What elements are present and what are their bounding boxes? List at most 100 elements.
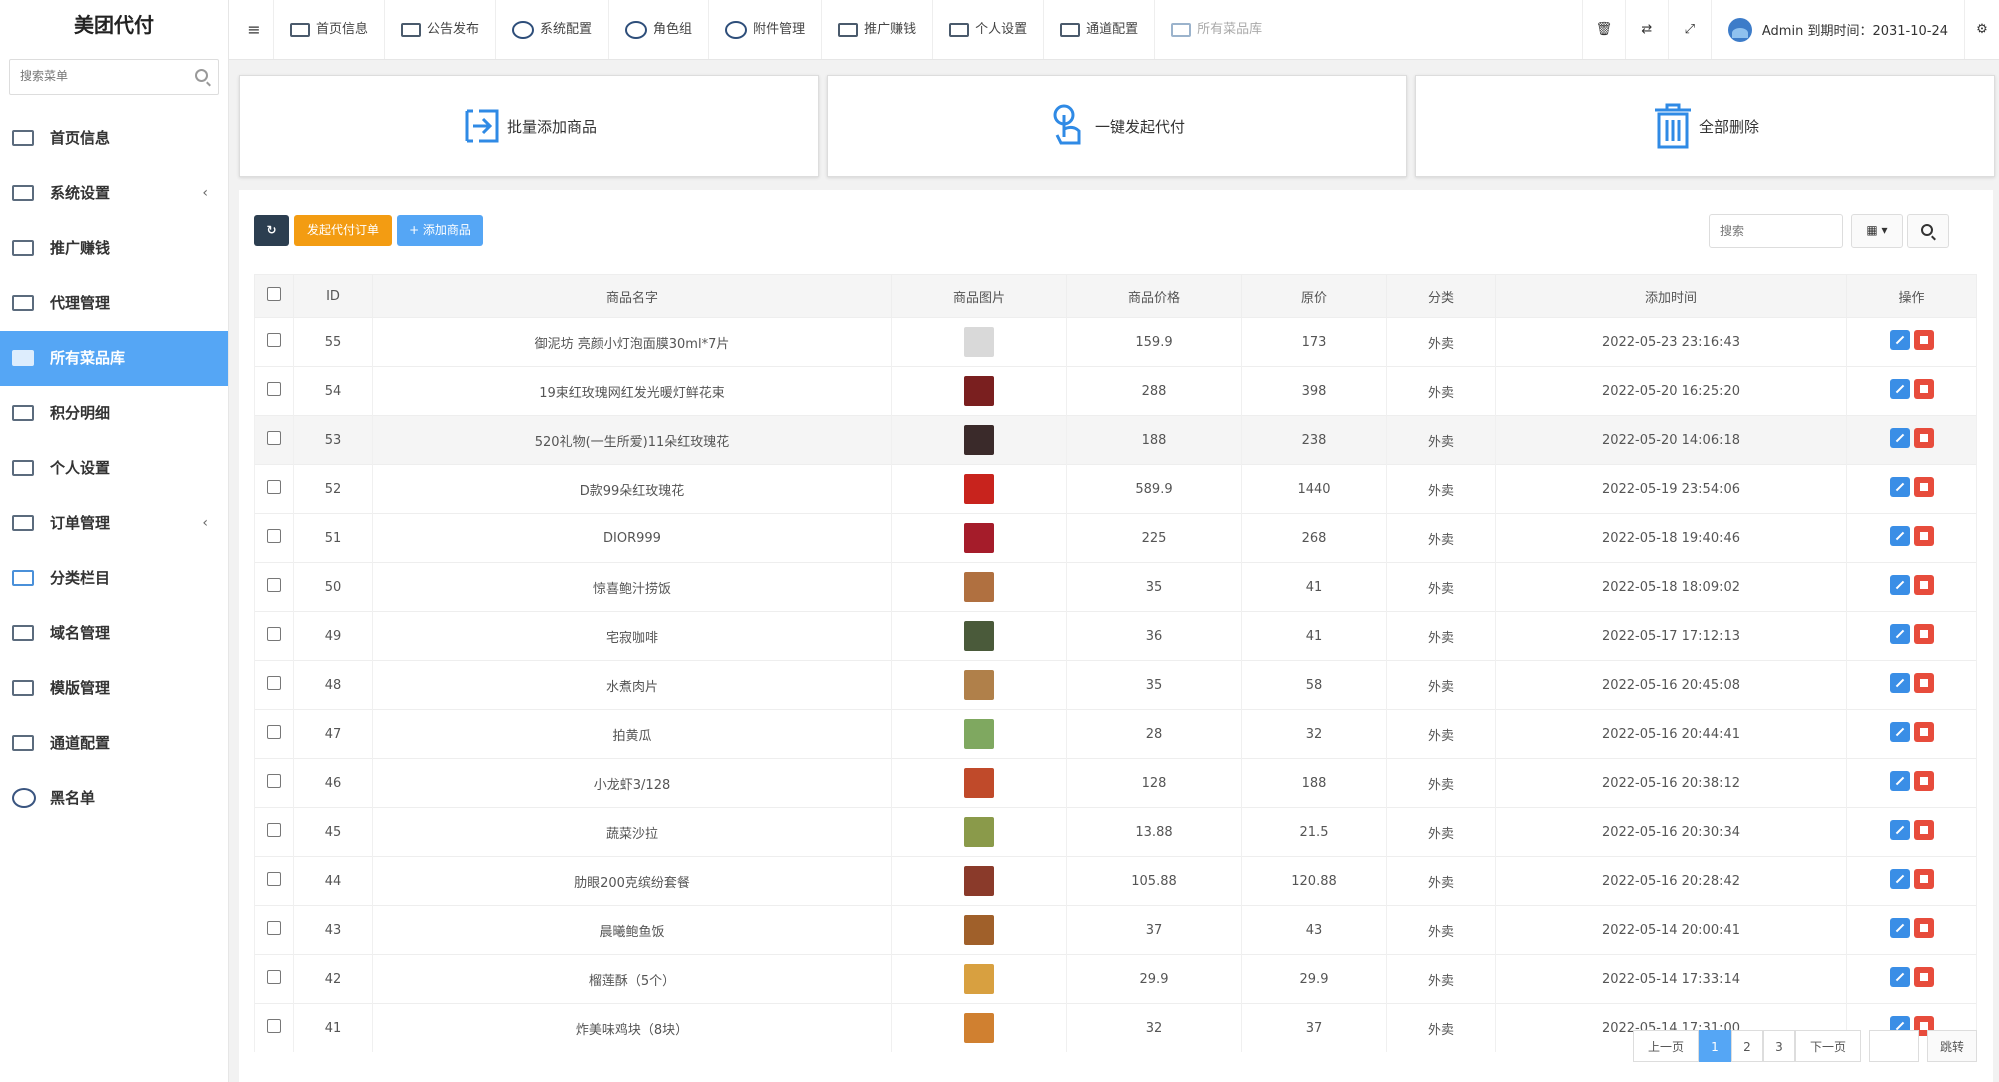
edit-pencil-icon[interactable] bbox=[1889, 477, 1910, 497]
page-3-button[interactable]: 3 bbox=[1763, 1030, 1795, 1062]
product-thumbnail[interactable] bbox=[964, 1013, 994, 1043]
row-select-cell[interactable] bbox=[254, 807, 294, 857]
user-menu[interactable]: Admin 到期时间：2031-10-24 bbox=[1710, 0, 1964, 59]
tab-profile-settings[interactable]: 个人设置 bbox=[932, 0, 1043, 59]
product-thumbnail[interactable] bbox=[964, 768, 994, 798]
col-category[interactable]: 分类 bbox=[1386, 274, 1496, 318]
prev-page-button[interactable]: 上一页 bbox=[1633, 1030, 1699, 1062]
sidebar-search-box[interactable] bbox=[9, 59, 219, 95]
row-checkbox[interactable] bbox=[267, 627, 281, 641]
table-row[interactable]: 48 水煮肉片 35 58 外卖 2022-05-16 20:45:08 bbox=[254, 660, 1977, 710]
tab-dashboard[interactable]: 首页信息 bbox=[273, 0, 384, 59]
delete-trash-icon[interactable] bbox=[1913, 673, 1934, 693]
refresh-button[interactable]: ↻ bbox=[254, 215, 289, 246]
delete-trash-icon[interactable] bbox=[1913, 624, 1934, 644]
sidebar-item-template[interactable]: 模版管理 bbox=[0, 661, 228, 716]
delete-trash-icon[interactable] bbox=[1913, 477, 1934, 497]
row-checkbox[interactable] bbox=[267, 921, 281, 935]
select-all-cell[interactable] bbox=[254, 274, 294, 318]
sidebar-item-blacklist[interactable]: 黑名单 bbox=[0, 771, 228, 826]
sidebar-search-input[interactable] bbox=[10, 60, 200, 92]
product-thumbnail[interactable] bbox=[964, 915, 994, 945]
table-row[interactable]: 45 蔬菜沙拉 13.88 21.5 外卖 2022-05-16 20:30:34 bbox=[254, 807, 1977, 857]
select-all-checkbox[interactable] bbox=[267, 287, 281, 301]
edit-pencil-icon[interactable] bbox=[1889, 526, 1910, 546]
product-thumbnail[interactable] bbox=[964, 474, 994, 504]
row-checkbox[interactable] bbox=[267, 872, 281, 886]
one-click-pay-card[interactable]: 一键发起代付 bbox=[827, 75, 1407, 177]
tab-role-group[interactable]: 角色组 bbox=[608, 0, 708, 59]
table-row[interactable]: 53 520礼物(一生所爱)11朵红玫瑰花 188 238 外卖 2022-05-20 1… bbox=[254, 415, 1977, 465]
row-checkbox[interactable] bbox=[267, 480, 281, 494]
delete-trash-icon[interactable] bbox=[1913, 330, 1934, 350]
edit-pencil-icon[interactable] bbox=[1889, 673, 1910, 693]
edit-pencil-icon[interactable] bbox=[1889, 967, 1910, 987]
edit-pencil-icon[interactable] bbox=[1889, 575, 1910, 595]
sidebar-item-profile-settings[interactable]: 个人设置 bbox=[0, 441, 228, 496]
row-select-cell[interactable] bbox=[254, 562, 294, 612]
row-select-cell[interactable] bbox=[254, 513, 294, 563]
sidebar-item-order[interactable]: 订单管理 ‹ bbox=[0, 496, 228, 551]
page-2-button[interactable]: 2 bbox=[1731, 1030, 1763, 1062]
col-price[interactable]: 商品价格 bbox=[1066, 274, 1242, 318]
sidebar-item-settings-panel[interactable]: 系统设置 ‹ bbox=[0, 166, 228, 221]
row-select-cell[interactable] bbox=[254, 856, 294, 906]
sidebar-item-category[interactable]: 分类栏目 bbox=[0, 551, 228, 606]
tab-promotion[interactable]: 推广赚钱 bbox=[821, 0, 932, 59]
edit-pencil-icon[interactable] bbox=[1889, 330, 1910, 350]
edit-pencil-icon[interactable] bbox=[1889, 722, 1910, 742]
row-checkbox[interactable] bbox=[267, 676, 281, 690]
row-checkbox[interactable] bbox=[267, 529, 281, 543]
table-search-input[interactable] bbox=[1710, 215, 1842, 247]
row-select-cell[interactable] bbox=[254, 758, 294, 808]
table-row[interactable]: 52 D款99朵红玫瑰花 589.9 1440 外卖 2022-05-19 23:54:0… bbox=[254, 464, 1977, 514]
edit-pencil-icon[interactable] bbox=[1889, 771, 1910, 791]
table-row[interactable]: 42 榴莲酥（5个） 29.9 29.9 外卖 2022-05-14 17:33:14 bbox=[254, 954, 1977, 1004]
edit-pencil-icon[interactable] bbox=[1889, 624, 1910, 644]
columns-toggle-button[interactable]: ▦ ▾ bbox=[1851, 214, 1903, 248]
edit-pencil-icon[interactable] bbox=[1889, 820, 1910, 840]
row-select-cell[interactable] bbox=[254, 905, 294, 955]
col-name[interactable]: 商品名字 bbox=[372, 274, 892, 318]
batch-add-products-card[interactable]: 批量添加商品 bbox=[239, 75, 819, 177]
sidebar-item-points[interactable]: 积分明细 bbox=[0, 386, 228, 441]
sidebar-item-agent[interactable]: 代理管理 bbox=[0, 276, 228, 331]
tab-channel[interactable]: 通道配置 bbox=[1043, 0, 1154, 59]
edit-pencil-icon[interactable] bbox=[1889, 379, 1910, 399]
row-checkbox[interactable] bbox=[267, 725, 281, 739]
row-select-cell[interactable] bbox=[254, 954, 294, 1004]
sidebar-item-promotion[interactable]: 推广赚钱 bbox=[0, 221, 228, 276]
sidebar-item-domain[interactable]: 域名管理 bbox=[0, 606, 228, 661]
table-row[interactable]: 51 DIOR999 225 268 外卖 2022-05-18 19:40:46 bbox=[254, 513, 1977, 563]
delete-trash-icon[interactable] bbox=[1913, 918, 1934, 938]
product-thumbnail[interactable] bbox=[964, 866, 994, 896]
table-row[interactable]: 54 19束红玫瑰网红发光暖灯鲜花束 288 398 外卖 2022-05-20 16:2… bbox=[254, 366, 1977, 416]
edit-pencil-icon[interactable] bbox=[1889, 869, 1910, 889]
table-row[interactable]: 50 惊喜鲍汁捞饭 35 41 外卖 2022-05-18 18:09:02 bbox=[254, 562, 1977, 612]
row-checkbox[interactable] bbox=[267, 333, 281, 347]
row-checkbox[interactable] bbox=[267, 1019, 281, 1033]
table-row[interactable]: 47 拍黄瓜 28 32 外卖 2022-05-16 20:44:41 bbox=[254, 709, 1977, 759]
col-id[interactable]: ID bbox=[293, 274, 373, 318]
tab-dish-library[interactable]: 所有菜品库 bbox=[1154, 0, 1278, 59]
row-select-cell[interactable] bbox=[254, 660, 294, 710]
row-select-cell[interactable] bbox=[254, 611, 294, 661]
row-checkbox[interactable] bbox=[267, 970, 281, 984]
row-checkbox[interactable] bbox=[267, 382, 281, 396]
row-select-cell[interactable] bbox=[254, 415, 294, 465]
delete-trash-icon[interactable] bbox=[1913, 722, 1934, 742]
delete-all-card[interactable]: 全部删除 bbox=[1415, 75, 1995, 177]
jump-button[interactable]: 跳转 bbox=[1927, 1030, 1977, 1062]
add-product-button[interactable]: + 添加商品 bbox=[397, 215, 483, 246]
product-thumbnail[interactable] bbox=[964, 719, 994, 749]
table-row[interactable]: 43 晨曦鲍鱼饭 37 43 外卖 2022-05-14 20:00:41 bbox=[254, 905, 1977, 955]
row-checkbox[interactable] bbox=[267, 774, 281, 788]
sidebar-item-dish-library[interactable]: 所有菜品库 bbox=[0, 331, 228, 386]
delete-trash-icon[interactable] bbox=[1913, 526, 1934, 546]
delete-trash-icon[interactable] bbox=[1913, 967, 1934, 987]
product-thumbnail[interactable] bbox=[964, 425, 994, 455]
delete-trash-icon[interactable] bbox=[1913, 379, 1934, 399]
trash-icon[interactable]: 🗑 bbox=[1581, 0, 1625, 59]
edit-pencil-icon[interactable] bbox=[1889, 918, 1910, 938]
delete-trash-icon[interactable] bbox=[1913, 575, 1934, 595]
